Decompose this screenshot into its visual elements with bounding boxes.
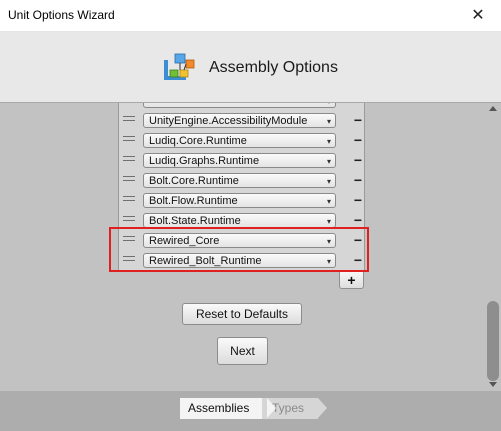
drag-handle-icon[interactable] xyxy=(123,196,135,204)
list-item: Ludiq.Core.Runtime ▾ − xyxy=(119,131,364,151)
page-title: Assembly Options xyxy=(209,59,338,76)
add-assembly-button[interactable]: + xyxy=(339,271,364,289)
assembly-scroll-area[interactable]: ▾ − UnityEngine.AccessibilityModule▾ − L… xyxy=(0,103,486,391)
wizard-steps-bar: Assemblies Types xyxy=(0,391,501,431)
remove-assembly-button[interactable]: − xyxy=(351,113,365,128)
drag-handle-icon[interactable] xyxy=(123,136,135,144)
vertical-scrollbar[interactable] xyxy=(486,103,501,391)
assembly-select[interactable]: ▾ xyxy=(143,103,336,108)
drag-handle-icon[interactable] xyxy=(123,116,135,124)
dropdown-arrow-icon: ▾ xyxy=(327,103,331,107)
assembly-select[interactable]: Bolt.Flow.Runtime ▾ xyxy=(143,193,336,208)
next-button[interactable]: Next xyxy=(217,337,268,365)
list-item: Bolt.Flow.Runtime ▾ − xyxy=(119,191,364,211)
drag-handle-icon[interactable] xyxy=(123,176,135,184)
remove-assembly-button[interactable]: − xyxy=(351,213,365,228)
assembly-select[interactable]: Ludiq.Core.Runtime ▾ xyxy=(143,133,336,148)
drag-handle-icon[interactable] xyxy=(123,216,135,224)
scroll-down-icon[interactable] xyxy=(489,382,497,387)
close-icon[interactable]: ✕ xyxy=(455,0,501,31)
chevron-right-icon xyxy=(267,398,276,418)
dropdown-arrow-icon: ▾ xyxy=(326,117,331,126)
reset-to-defaults-button[interactable]: Reset to Defaults xyxy=(182,303,302,325)
assembly-select[interactable]: Bolt.Core.Runtime ▾ xyxy=(143,173,336,188)
page-header: Assembly Options xyxy=(0,32,501,103)
list-item: Ludiq.Graphs.Runtime ▾ − xyxy=(119,151,364,171)
remove-assembly-button[interactable]: − xyxy=(351,133,365,148)
step-assemblies[interactable]: Assemblies xyxy=(180,398,276,419)
dropdown-arrow-icon: ▾ xyxy=(326,177,331,186)
remove-assembly-button[interactable]: − xyxy=(351,193,365,208)
chevron-right-icon xyxy=(318,398,327,418)
title-bar: Unit Options Wizard ✕ xyxy=(0,0,501,32)
dropdown-arrow-icon: ▾ xyxy=(326,197,331,206)
drag-handle-icon[interactable] xyxy=(123,156,135,164)
step-label: Assemblies xyxy=(188,401,250,415)
window-title: Unit Options Wizard xyxy=(8,8,115,22)
remove-assembly-button[interactable]: − xyxy=(351,173,365,188)
scrollbar-thumb[interactable] xyxy=(487,301,499,381)
assembly-select[interactable]: Ludiq.Graphs.Runtime ▾ xyxy=(143,153,336,168)
list-item: Bolt.Core.Runtime ▾ − xyxy=(119,171,364,191)
dropdown-arrow-icon: ▾ xyxy=(326,217,331,226)
assembly-select[interactable]: Bolt.State.Runtime ▾ xyxy=(143,213,336,228)
scroll-up-icon[interactable] xyxy=(489,106,497,111)
highlight-box xyxy=(109,227,369,272)
step-label: Types xyxy=(272,401,305,415)
list-item: UnityEngine.AccessibilityModule ▾ − xyxy=(119,111,364,131)
assembly-cubes-icon xyxy=(164,53,195,80)
remove-assembly-button[interactable]: − xyxy=(351,103,365,108)
dropdown-arrow-icon: ▾ xyxy=(326,137,331,146)
list-item: ▾ − xyxy=(119,103,364,111)
remove-assembly-button[interactable]: − xyxy=(351,153,365,168)
drag-handle-icon[interactable] xyxy=(123,103,135,104)
assembly-select[interactable]: UnityEngine.AccessibilityModule ▾ xyxy=(143,113,336,128)
dropdown-arrow-icon: ▾ xyxy=(326,157,331,166)
